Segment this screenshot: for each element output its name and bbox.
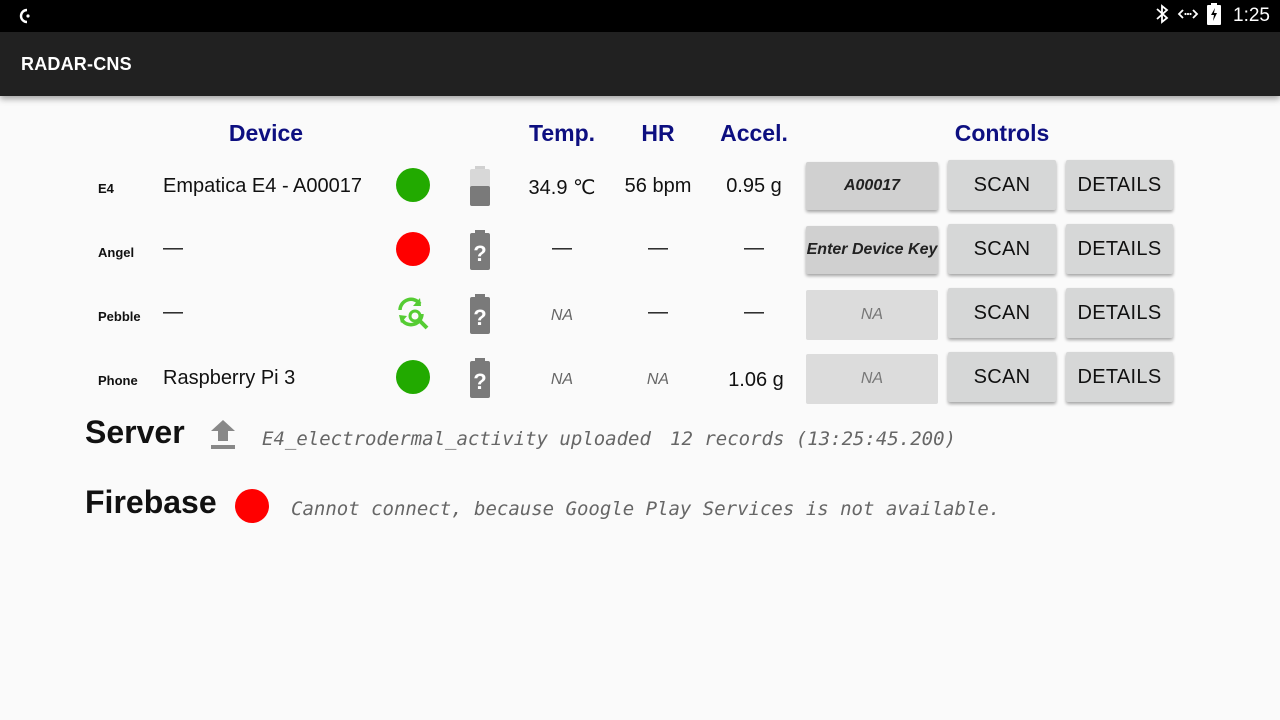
firebase-title: Firebase — [85, 484, 217, 520]
status-disconnected-icon — [396, 232, 430, 266]
scan-button[interactable]: SCAN — [948, 352, 1056, 402]
hr-value: 56 bpm — [624, 175, 692, 197]
data-arrows-icon — [1177, 4, 1199, 29]
svg-text:?: ? — [473, 369, 486, 394]
device-name: Raspberry Pi 3 — [163, 367, 296, 389]
accel-value: — — [744, 301, 764, 323]
status-connected-icon — [396, 168, 430, 202]
clock: 1:25 — [1233, 5, 1270, 26]
scan-button[interactable]: SCAN — [948, 224, 1056, 274]
device-key-button[interactable]: Enter Device Key — [806, 226, 938, 274]
temp-value: 34.9 ℃ — [528, 177, 596, 199]
header-controls: Controls — [954, 120, 1050, 146]
accel-value: 0.95 g — [726, 175, 782, 197]
app-title: RADAR-CNS — [21, 54, 132, 74]
device-key-button[interactable]: A00017 — [806, 162, 938, 210]
row-label: Angel — [98, 245, 135, 260]
status-scanning-icon — [396, 296, 430, 335]
status-bar: 1:25 — [0, 0, 1280, 32]
svg-text:?: ? — [473, 305, 486, 330]
device-row-angel: Angel — ? — — — Enter Device Key SCAN DE… — [0, 224, 1280, 276]
hr-value: — — [648, 301, 668, 323]
firebase-status-icon — [235, 489, 269, 523]
details-button[interactable]: DETAILS — [1066, 224, 1173, 274]
firebase-message: Cannot connect, because Google Play Serv… — [291, 498, 1001, 520]
scan-button[interactable]: SCAN — [948, 160, 1056, 210]
hr-value: NA — [646, 371, 670, 388]
device-name: — — [163, 237, 183, 259]
device-name: Empatica E4 - A00017 — [163, 175, 363, 197]
device-key-button[interactable]: NA — [806, 290, 938, 340]
row-label: E4 — [98, 181, 114, 196]
battery-unknown-icon: ? — [468, 358, 492, 403]
temp-value: NA — [550, 371, 574, 388]
device-row-pebble: Pebble — ? NA — — NA SCAN DETAILS — [0, 288, 1280, 340]
details-button[interactable]: DETAILS — [1066, 352, 1173, 402]
device-row-e4: E4 Empatica E4 - A00017 34.9 ℃ 56 bpm 0.… — [0, 160, 1280, 212]
server-title: Server — [85, 414, 185, 450]
upload-icon — [209, 419, 237, 456]
header-device: Device — [228, 120, 304, 146]
temp-value: NA — [550, 307, 574, 324]
accel-value: — — [744, 237, 764, 259]
header-accel: Accel. — [720, 120, 788, 146]
hr-value: — — [648, 237, 668, 259]
accel-value: 1.06 g — [728, 369, 784, 391]
battery-unknown-icon: ? — [468, 230, 492, 275]
temp-value: — — [552, 237, 572, 259]
details-button[interactable]: DETAILS — [1066, 160, 1173, 210]
details-button[interactable]: DETAILS — [1066, 288, 1173, 338]
battery-unknown-icon: ? — [468, 294, 492, 339]
row-label: Phone — [98, 373, 138, 388]
battery-charging-icon — [1207, 2, 1222, 30]
device-row-phone: Phone Raspberry Pi 3 ? NA NA 1.06 g NA S… — [0, 352, 1280, 404]
row-label: Pebble — [98, 309, 141, 324]
scan-button[interactable]: SCAN — [948, 288, 1056, 338]
header-temp: Temp. — [528, 120, 596, 146]
device-key-button[interactable]: NA — [806, 354, 938, 404]
bluetooth-icon — [1155, 3, 1169, 29]
app-bar: RADAR-CNS — [0, 32, 1280, 96]
server-upload-message: E4_electrodermal_activity uploaded — [262, 428, 651, 450]
status-connected-icon — [396, 360, 430, 394]
app-notification-icon — [16, 6, 32, 31]
header-hr: HR — [641, 120, 675, 146]
device-name: — — [163, 301, 183, 323]
server-records: 12 records (13:25:45.200) — [670, 428, 956, 450]
svg-text:?: ? — [473, 241, 486, 266]
battery-level-icon — [468, 166, 492, 211]
